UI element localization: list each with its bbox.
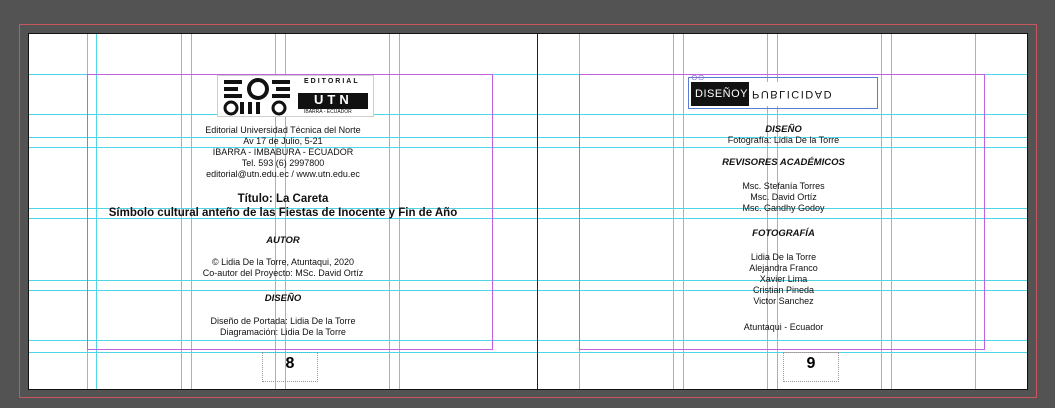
logo-text-top: EDITORIAL <box>304 78 360 85</box>
logo-text-main: UTN <box>314 92 353 107</box>
photography-heading: FOTOGRAFÍA <box>752 228 815 239</box>
photographer: Lidia De la Torre <box>750 252 817 262</box>
link-icon: ⊖⊖ <box>691 73 705 82</box>
left-page: EDITORIAL UTN IBARRA - ECUADOR Editorial… <box>29 34 537 389</box>
photographer: Xavier Lima <box>759 274 808 284</box>
design-heading: DISEÑO <box>765 124 802 135</box>
photographer: Cristian Pineda <box>752 285 815 295</box>
author-line: © Lidia De la Torre, Atuntaqui, 2020 <box>211 257 355 267</box>
publisher-line: Av 17 de Julio, 5-21 <box>243 136 323 146</box>
reviewer: Msc. David Ortíz <box>750 192 817 202</box>
author-heading: AUTOR <box>266 235 300 246</box>
publisher-line: Editorial Universidad Técnica del Norte <box>205 125 361 135</box>
photographer: Alejandra Franco <box>749 263 818 273</box>
publisher-line: Tel. 593 (6) 2997800 <box>241 158 325 168</box>
publicidad-logo[interactable]: ⊖⊖ DISEÑOY PUBLICIDAD <box>688 73 878 109</box>
publisher-info: Editorial Universidad Técnica del Norte … <box>29 125 537 180</box>
design-info: Diseño de Portada: Lidia De la Torre Dia… <box>29 316 537 338</box>
reviewer: Msc. Gandhy Godoy <box>742 203 825 213</box>
logo-body: DISEÑOY PUBLICIDAD <box>691 82 875 106</box>
publisher-logo[interactable]: EDITORIAL UTN IBARRA - ECUADOR <box>217 75 374 117</box>
right-page: ⊖⊖ DISEÑOY PUBLICIDAD DISEÑO Fotografía:… <box>538 34 1027 389</box>
reviewer: Msc. Stefanía Torres <box>742 181 825 191</box>
document-spread[interactable]: EDITORIAL UTN IBARRA - ECUADOR Editorial… <box>28 33 1028 390</box>
publisher-line: editorial@utn.edu.ec / www.utn.edu.ec <box>206 169 360 179</box>
design-heading: DISEÑO <box>264 293 302 304</box>
photographers-list: Lidia De la Torre Alejandra Franco Xavie… <box>538 252 1027 307</box>
book-subtitle: Símbolo cultural anteño de las Fiestas d… <box>108 207 458 219</box>
reviewers-heading: REVISORES ACADÉMICOS <box>722 157 845 168</box>
logo-right-text: PUBLICIDAD <box>749 82 875 106</box>
author-line: Co-autor del Proyecto: MSc. David Ortíz <box>202 268 364 278</box>
photo-credit: Fotografía: Lidia De la Torre <box>727 135 840 145</box>
location: Atuntaqui - Ecuador <box>743 322 824 332</box>
publisher-line: IBARRA - IMBABURA - ECUADOR <box>212 147 354 157</box>
logo-text-sub: IBARRA - ECUADOR <box>304 109 352 115</box>
author-info: © Lidia De la Torre, Atuntaqui, 2020 Co-… <box>29 257 537 279</box>
page-number: 9 <box>806 355 816 372</box>
page-number: 8 <box>285 355 295 372</box>
photographer: Victor Sanchez <box>753 296 814 306</box>
logo-left-text: DISEÑOY <box>695 88 749 100</box>
book-title: Título: La Careta <box>237 193 329 205</box>
design-line: Diseño de Portada: Lidia De la Torre <box>210 316 356 326</box>
design-line: Diagramación: Lidia De la Torre <box>220 327 346 337</box>
reviewers-list: Msc. Stefanía Torres Msc. David Ortíz Ms… <box>538 181 1027 214</box>
